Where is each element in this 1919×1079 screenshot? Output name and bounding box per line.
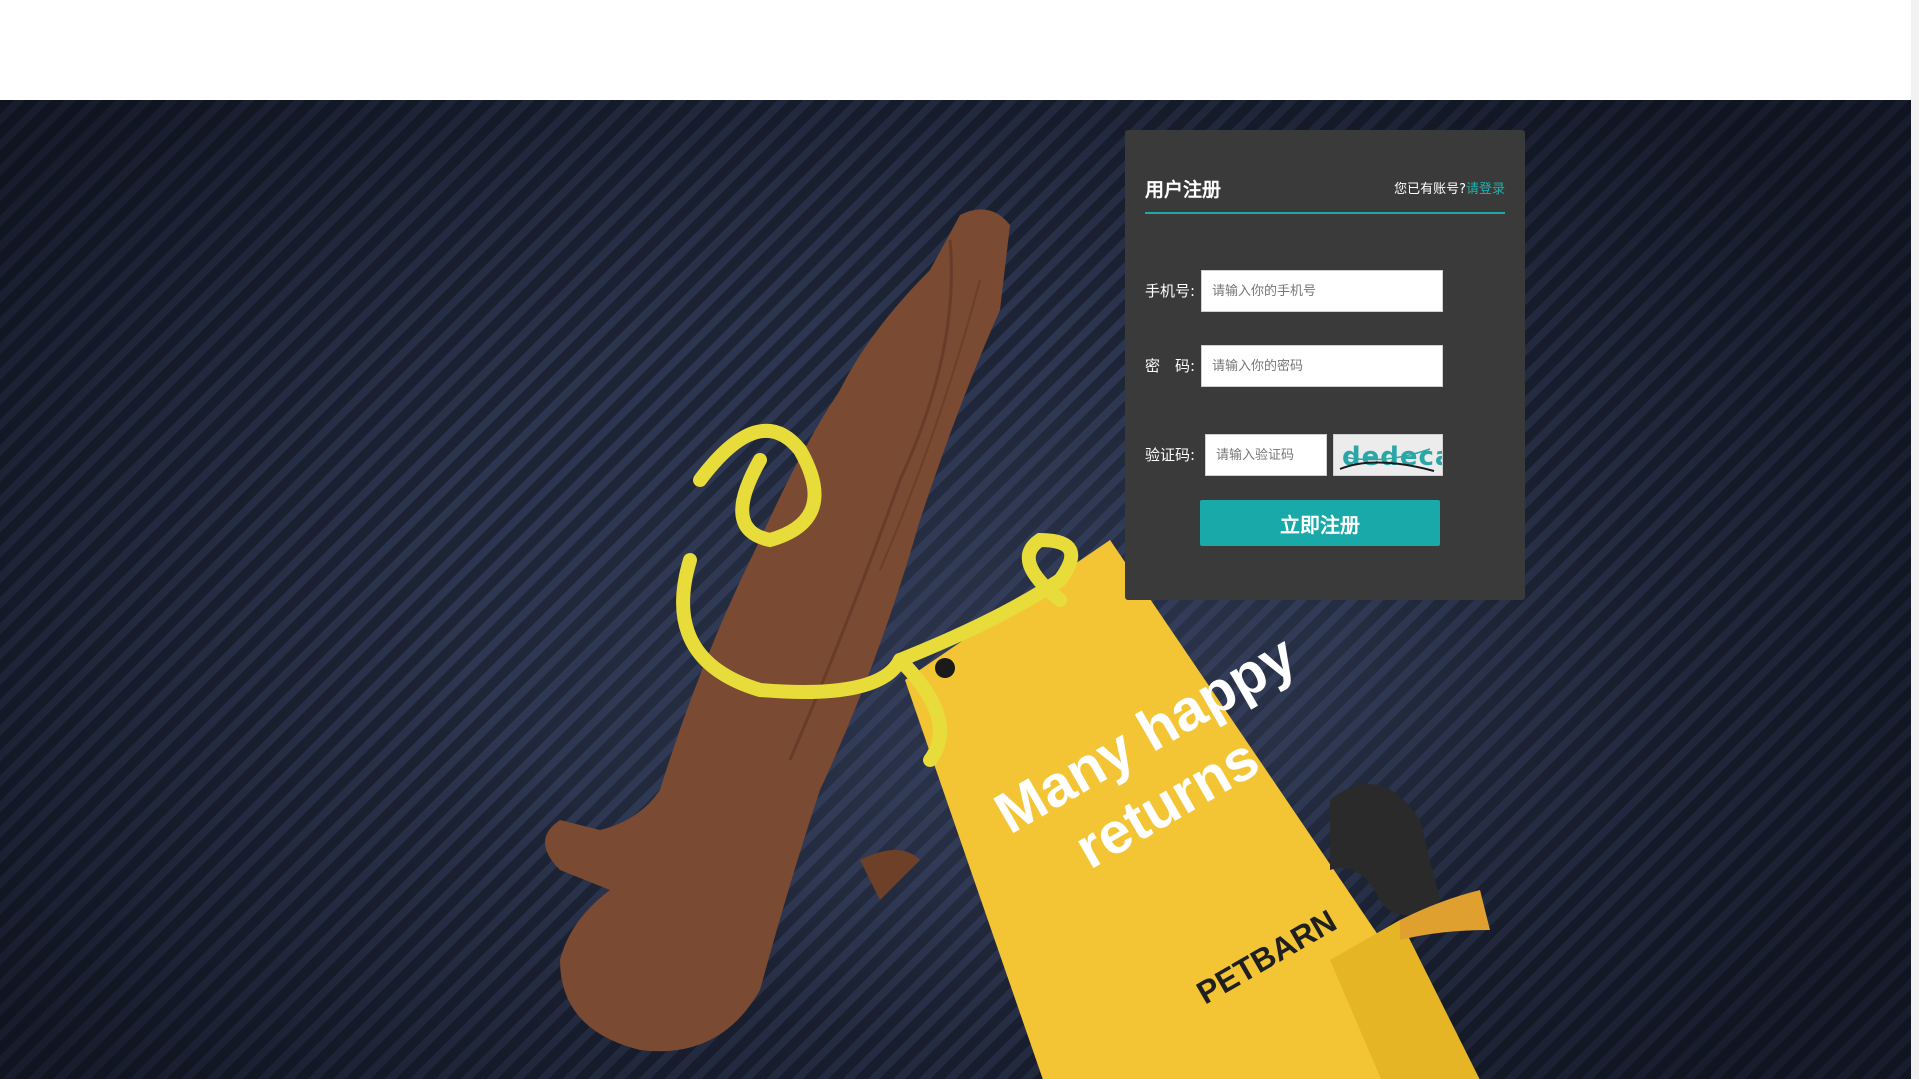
login-prompt-text: 您已有账号? <box>1394 182 1466 197</box>
register-submit-button[interactable]: 立即注册 <box>1200 500 1440 546</box>
register-title: 用户注册 <box>1145 179 1222 201</box>
register-panel: 用户注册 您已有账号?请登录 手机号: 密 码: 验证码: dedeca 立即注… <box>1125 130 1525 600</box>
captcha-row: 验证码: dedeca <box>1145 434 1505 476</box>
login-link[interactable]: 请登录 <box>1466 182 1505 197</box>
hero-product-photo: Many happy returns PETBARN <box>545 209 1490 1079</box>
page-scrollbar[interactable] <box>1911 0 1919 1079</box>
password-label: 密 码: <box>1145 357 1196 375</box>
captcha-text: dedeca <box>1342 442 1442 472</box>
phone-label: 手机号: <box>1145 282 1196 300</box>
stick-toy-image <box>545 209 1010 1052</box>
password-input[interactable] <box>1201 345 1443 387</box>
login-hint: 您已有账号?请登录 <box>1394 182 1505 198</box>
captcha-image[interactable]: dedeca <box>1333 434 1443 476</box>
captcha-label: 验证码: <box>1145 446 1196 464</box>
captcha-input[interactable] <box>1205 434 1327 476</box>
hero-banner: Many happy returns PETBARN <box>0 100 1911 1079</box>
register-panel-header: 用户注册 您已有账号?请登录 <box>1145 178 1505 214</box>
captcha-graphic: dedeca <box>1334 435 1442 475</box>
top-header-bar <box>0 0 1919 100</box>
password-row: 密 码: <box>1145 345 1505 387</box>
phone-row: 手机号: <box>1145 270 1505 312</box>
phone-input[interactable] <box>1201 270 1443 312</box>
